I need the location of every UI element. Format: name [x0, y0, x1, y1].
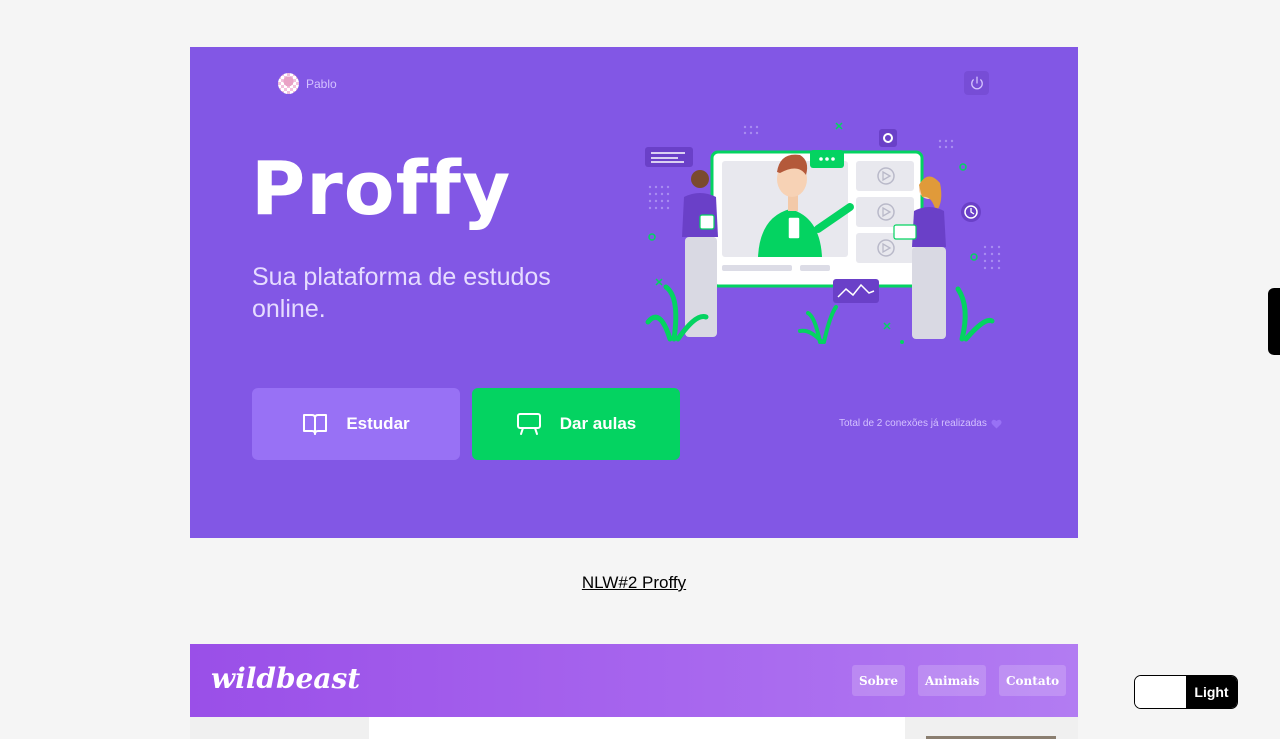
avatar	[278, 73, 299, 94]
heart-icon	[991, 419, 1002, 429]
logout-button[interactable]	[964, 71, 989, 95]
study-label: Estudar	[346, 414, 410, 433]
connections-count: Total de 2 conexões já realizadas	[839, 418, 1002, 429]
scrollbar-thumb[interactable]	[1268, 288, 1280, 355]
teach-button[interactable]: Dar aulas	[472, 388, 680, 460]
wildbeast-header: wildbeast Sobre Animais Contato	[190, 644, 1078, 717]
tagline: Sua plataforma de estudos online.	[252, 263, 551, 323]
project-link[interactable]: NLW#2 Proffy	[0, 573, 1268, 593]
nav-sobre[interactable]: Sobre	[852, 665, 906, 696]
landing-illustration	[645, 122, 1001, 344]
toggle-light-label[interactable]: Light	[1186, 676, 1237, 708]
teach-label: Dar aulas	[559, 414, 637, 433]
wildbeast-content	[369, 717, 905, 739]
user-profile[interactable]: Pablo	[278, 73, 337, 94]
theme-toggle[interactable]: Light	[1134, 675, 1238, 709]
nav-contato[interactable]: Contato	[999, 665, 1067, 696]
user-name: Pablo	[306, 76, 337, 91]
nav-animais[interactable]: Animais	[918, 665, 987, 696]
wildbeast-logo: wildbeast	[211, 662, 361, 695]
wildbeast-preview[interactable]: wildbeast Sobre Animais Contato	[190, 644, 1078, 739]
wildbeast-sidebar	[190, 717, 369, 739]
brand-logo: Proffy	[251, 146, 512, 232]
connections-text: Total de 2 conexões já realizadas	[839, 418, 987, 429]
proffy-preview[interactable]: Pablo Proffy Sua plataforma de estudos o…	[190, 47, 1078, 538]
toggle-dark-side[interactable]	[1135, 676, 1186, 708]
power-icon	[970, 76, 983, 90]
presentation-icon	[516, 413, 541, 435]
book-icon	[303, 414, 328, 435]
study-button[interactable]: Estudar	[252, 388, 460, 460]
